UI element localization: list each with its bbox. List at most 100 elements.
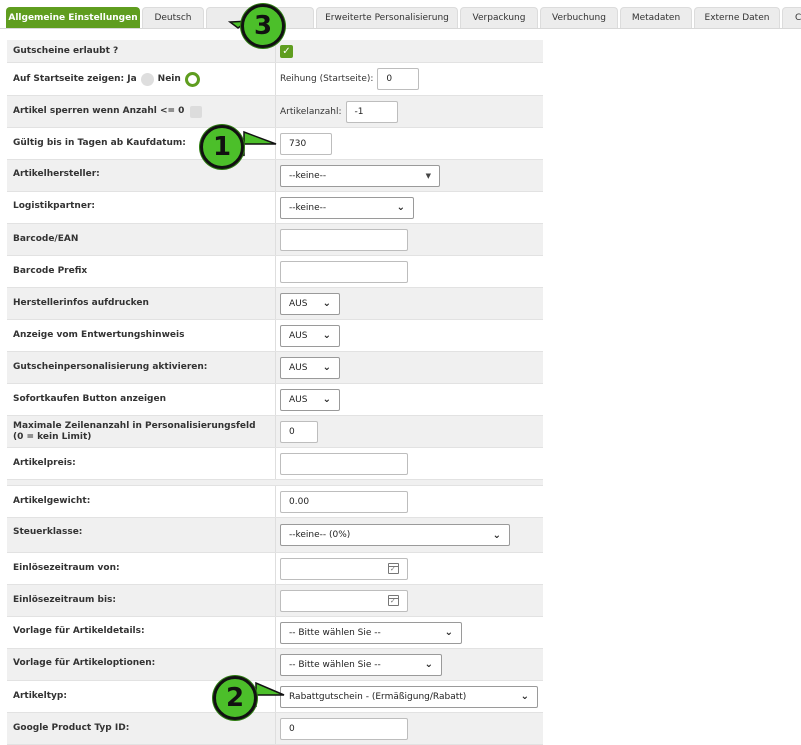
column-divider: [275, 224, 276, 255]
calendar-icon[interactable]: [388, 563, 399, 574]
startseite-text: Auf Startseite zeigen:: [13, 73, 125, 84]
column-divider: [275, 681, 276, 712]
einloese-bis-label: Einlösezeitraum bis:: [13, 595, 117, 605]
entwertung-select[interactable]: AUS ⌄: [280, 324, 340, 347]
steuer-value: --keine-- (0%): [289, 530, 351, 540]
vorlage-details-value: -- Bitte wählen Sie --: [289, 627, 381, 638]
chevron-down-icon: ⌄: [322, 298, 331, 309]
row-gewicht: Artikelgewicht: 0.00: [7, 486, 543, 518]
barcode-input[interactable]: [280, 228, 408, 251]
hersteller-select[interactable]: --keine-- ▼: [280, 164, 440, 187]
zeilen-input[interactable]: 0: [280, 420, 318, 443]
tab-verbuchung[interactable]: Verbuchung: [540, 7, 618, 28]
sofortkaufen-value: AUS: [289, 394, 308, 405]
column-divider: [275, 160, 276, 191]
column-divider: [275, 288, 276, 319]
startseite-label: Auf Startseite zeigen: Ja Nein: [13, 63, 271, 95]
einloese-von-input[interactable]: [280, 557, 408, 580]
vorlage-optionen-select[interactable]: -- Bitte wählen Sie -- ⌄: [280, 653, 442, 676]
row-entwertung: Anzeige vom Entwertungshinweis AUS ⌄: [7, 320, 543, 352]
tab-externe-daten[interactable]: Externe Daten: [694, 7, 780, 28]
logistik-label: Logistikpartner:: [13, 201, 95, 211]
row-herstellerinfos: Herstellerinfos aufdrucken AUS ⌄: [7, 288, 543, 320]
column-divider: [275, 352, 276, 383]
hersteller-value: --keine--: [289, 170, 327, 181]
reihung-input[interactable]: 0: [377, 68, 420, 90]
column-divider: [275, 617, 276, 648]
herstellerinfos-value: AUS: [289, 298, 308, 309]
chevron-down-icon: ⌄: [444, 627, 453, 638]
tab-verpackung[interactable]: Verpackung: [460, 7, 538, 28]
row-prefix: Barcode Prefix: [7, 256, 543, 288]
tab-erweiterte-personalisierung[interactable]: Erweiterte Personalisierung: [316, 7, 458, 28]
chevron-down-icon: ⌄: [322, 330, 331, 341]
row-personalisierung: Gutscheinpersonalisierung aktivieren: AU…: [7, 352, 543, 384]
row-zeilen: Maximale Zeilenanzahl in Personalisierun…: [7, 416, 543, 448]
callout-badge-3: 3: [241, 4, 285, 48]
column-divider: [275, 585, 276, 616]
entwertung-value: AUS: [289, 330, 308, 341]
row-einloese-von: Einlösezeitraum von:: [7, 553, 543, 585]
tab-metadaten[interactable]: Metadaten: [620, 7, 692, 28]
row-preis: Artikelpreis:: [7, 448, 543, 480]
row-hersteller: Artikelhersteller: --keine-- ▼: [7, 160, 543, 192]
tab-deutsch[interactable]: Deutsch: [142, 7, 204, 28]
google-input[interactable]: 0: [280, 717, 408, 740]
check-icon[interactable]: ✓: [280, 44, 293, 58]
row-sperren: Artikel sperren wenn Anzahl <= 0 Artikel…: [7, 96, 543, 128]
column-divider: [275, 256, 276, 287]
column-divider: [275, 192, 276, 223]
column-divider: [275, 553, 276, 584]
sofortkaufen-label: Sofortkaufen Button anzeigen: [13, 394, 166, 404]
gewicht-input[interactable]: 0.00: [280, 490, 408, 513]
sperren-checkbox[interactable]: [190, 105, 203, 118]
callout-badge-1: 1: [200, 125, 244, 169]
zeilen-label: Maximale Zeilenanzahl in Personalisierun…: [13, 420, 256, 442]
preis-input[interactable]: [280, 452, 408, 475]
tab-overflow[interactable]: C: [782, 7, 801, 28]
column-divider: [275, 649, 276, 680]
anzahl-input[interactable]: -1: [345, 100, 398, 123]
reihung-label: Reihung (Startseite):: [280, 74, 374, 84]
row-startseite: Auf Startseite zeigen: Ja Nein Reihung (…: [7, 63, 543, 96]
einloese-bis-input[interactable]: [280, 589, 408, 612]
personalisierung-select[interactable]: AUS ⌄: [280, 356, 340, 379]
prefix-label: Barcode Prefix: [13, 266, 88, 276]
column-divider: [275, 384, 276, 415]
row-einloese-bis: Einlösezeitraum bis:: [7, 585, 543, 617]
artikeltyp-select[interactable]: Rabattgutschein - (Ermäßigung/Rabatt) ⌄: [280, 685, 538, 708]
logistik-select[interactable]: --keine-- ⌄: [280, 196, 414, 219]
preis-label: Artikelpreis:: [13, 458, 76, 468]
row-logistik: Logistikpartner: --keine-- ⌄: [7, 192, 543, 224]
ja-label: Ja: [127, 73, 137, 84]
column-divider: [275, 96, 276, 127]
tab-bar: Allgemeine Einstellungen Deutsch gen Erw…: [0, 0, 801, 40]
gewicht-label: Artikelgewicht:: [13, 496, 91, 506]
row-steuer: Steuerklasse: --keine-- (0%) ⌄: [7, 518, 543, 553]
chevron-down-icon: ⌄: [424, 659, 433, 670]
radio-nein[interactable]: [184, 71, 200, 87]
radio-ja[interactable]: [140, 72, 154, 86]
callout-badge-2: 2: [213, 676, 257, 720]
vorlage-details-select[interactable]: -- Bitte wählen Sie -- ⌄: [280, 621, 462, 644]
steuer-select[interactable]: --keine-- (0%) ⌄: [280, 524, 510, 546]
column-divider: [275, 448, 276, 479]
column-divider: [275, 486, 276, 517]
caret-down-icon: ▼: [425, 171, 431, 180]
einloese-von-label: Einlösezeitraum von:: [13, 563, 120, 573]
herstellerinfos-select[interactable]: AUS ⌄: [280, 292, 340, 315]
row-gueltig: Gültig bis in Tagen ab Kaufdatum: 730: [7, 128, 543, 160]
personalisierung-label: Gutscheinpersonalisierung aktivieren:: [13, 362, 208, 372]
chevron-down-icon: ⌄: [322, 394, 331, 405]
anzahl-label: Artikelanzahl:: [280, 106, 342, 117]
sperren-label: Artikel sperren wenn Anzahl <= 0: [13, 96, 271, 127]
column-divider: [275, 416, 276, 447]
column-divider: [275, 518, 276, 552]
tab-allgemeine-einstellungen[interactable]: Allgemeine Einstellungen: [6, 7, 140, 28]
calendar-icon[interactable]: [388, 595, 399, 606]
sofortkaufen-select[interactable]: AUS ⌄: [280, 388, 340, 411]
row-vorlage-details: Vorlage für Artikeldetails: -- Bitte wäh…: [7, 617, 543, 649]
gueltig-input[interactable]: 730: [280, 132, 332, 155]
prefix-input[interactable]: [280, 260, 408, 283]
steuer-label: Steuerklasse:: [13, 527, 83, 537]
